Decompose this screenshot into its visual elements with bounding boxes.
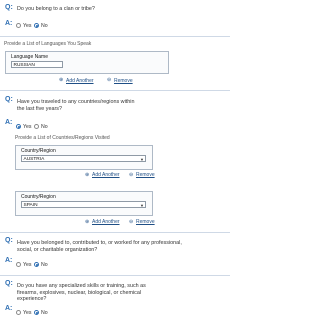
radio-label-no: No (41, 310, 48, 316)
radio-org-yes[interactable] (16, 262, 21, 267)
question-organizations: Have you belonged to, contributed to, or… (17, 240, 182, 253)
radio-skills-no[interactable] (34, 310, 39, 315)
answer-marker: A: (5, 257, 13, 264)
add-another-language-link[interactable]: Add Another (66, 78, 94, 84)
chevron-down-icon: ▼ (140, 156, 144, 162)
radio-skills-yes[interactable] (16, 310, 21, 315)
radio-label-no: No (41, 124, 48, 130)
question-clan-tribe: Do you belong to a clan or tribe? (17, 6, 95, 12)
add-icon: ⊕ (85, 172, 90, 178)
question-specialized-skills: Do you have any specialized skills or tr… (17, 283, 146, 303)
divider (0, 232, 230, 233)
question-marker: Q: (5, 280, 13, 287)
question-traveled: Have you traveled to any countries/regio… (17, 99, 135, 112)
country-select-2[interactable]: SPAIN ▼ (21, 201, 146, 208)
radio-org-no[interactable] (34, 262, 39, 267)
radio-traveled-no[interactable] (34, 124, 39, 129)
remove-icon: ⊖ (129, 172, 134, 178)
country-field-label: Country/Region (21, 194, 56, 200)
country-select-value: AUSTRIA (23, 156, 45, 162)
remove-icon: ⊖ (107, 77, 112, 83)
answer-marker: A: (5, 20, 13, 27)
radio-label-yes: Yes (23, 124, 32, 130)
language-field-label: Language Name (11, 54, 48, 60)
add-another-country-link[interactable]: Add Another (92, 172, 120, 178)
answer-marker: A: (5, 119, 13, 126)
radio-label-no: No (41, 262, 48, 268)
language-entry-box: Language Name RUSSIAN (5, 51, 169, 74)
remove-icon: ⊖ (129, 219, 134, 225)
add-another-country-link[interactable]: Add Another (92, 219, 120, 225)
question-marker: Q: (5, 96, 13, 103)
divider (0, 275, 230, 276)
country-select-1[interactable]: AUSTRIA ▼ (21, 155, 146, 162)
remove-country-link[interactable]: Remove (136, 219, 155, 225)
add-icon: ⊕ (59, 77, 64, 83)
languages-section-title: Provide a List of Languages You Speak (4, 41, 92, 47)
question-marker: Q: (5, 237, 13, 244)
radio-label-yes: Yes (23, 310, 32, 316)
divider (0, 36, 230, 37)
divider (0, 90, 230, 91)
question-marker: Q: (5, 4, 13, 11)
answer-marker: A: (5, 305, 13, 312)
radio-clan-no[interactable] (34, 23, 39, 28)
add-icon: ⊕ (85, 219, 90, 225)
chevron-down-icon: ▼ (140, 202, 144, 208)
country-field-label: Country/Region (21, 148, 56, 154)
remove-country-link[interactable]: Remove (136, 172, 155, 178)
radio-label-yes: Yes (23, 262, 32, 268)
country-entry-box: Country/Region SPAIN ▼ (15, 191, 153, 216)
radio-label-no: No (41, 23, 48, 29)
radio-label-yes: Yes (23, 23, 32, 29)
remove-language-link[interactable]: Remove (114, 78, 133, 84)
countries-section-title: Provide a List of Countries/Regions Visi… (15, 135, 110, 141)
language-name-input[interactable]: RUSSIAN (11, 61, 63, 68)
country-select-value: SPAIN (23, 202, 38, 208)
radio-traveled-yes[interactable] (16, 124, 21, 129)
radio-clan-yes[interactable] (16, 23, 21, 28)
country-entry-box: Country/Region AUSTRIA ▼ (15, 145, 153, 170)
